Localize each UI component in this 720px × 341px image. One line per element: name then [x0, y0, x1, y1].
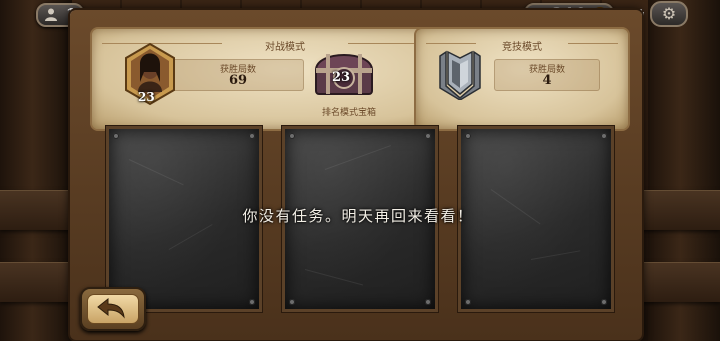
gear-icon: ⚙ — [661, 4, 677, 23]
ranked-wins-box: 获胜局数 69 — [172, 59, 304, 91]
hero-portrait: 23 — [124, 42, 176, 110]
arena-emblem — [438, 46, 482, 101]
person-icon — [45, 8, 57, 21]
chest-caption: 排名模式宝箱 — [321, 108, 376, 118]
hero-portrait-level: 23 — [138, 90, 155, 104]
chest-rank-number: 23 — [332, 70, 351, 85]
no-quests-message: 你没有任务。明天再回来看看！ — [242, 207, 474, 225]
ranked-wins-value: 69 — [228, 73, 248, 88]
settings-button[interactable]: ⚙ — [650, 1, 688, 27]
back-button[interactable] — [80, 287, 146, 331]
back-arrow-icon — [97, 297, 125, 319]
arena-wins-box: 获胜局数 4 — [494, 59, 600, 91]
ranked-chest[interactable]: 23 — [306, 46, 382, 100]
arena-shield-icon — [439, 50, 481, 101]
arena-wins-value: 4 — [542, 73, 552, 88]
